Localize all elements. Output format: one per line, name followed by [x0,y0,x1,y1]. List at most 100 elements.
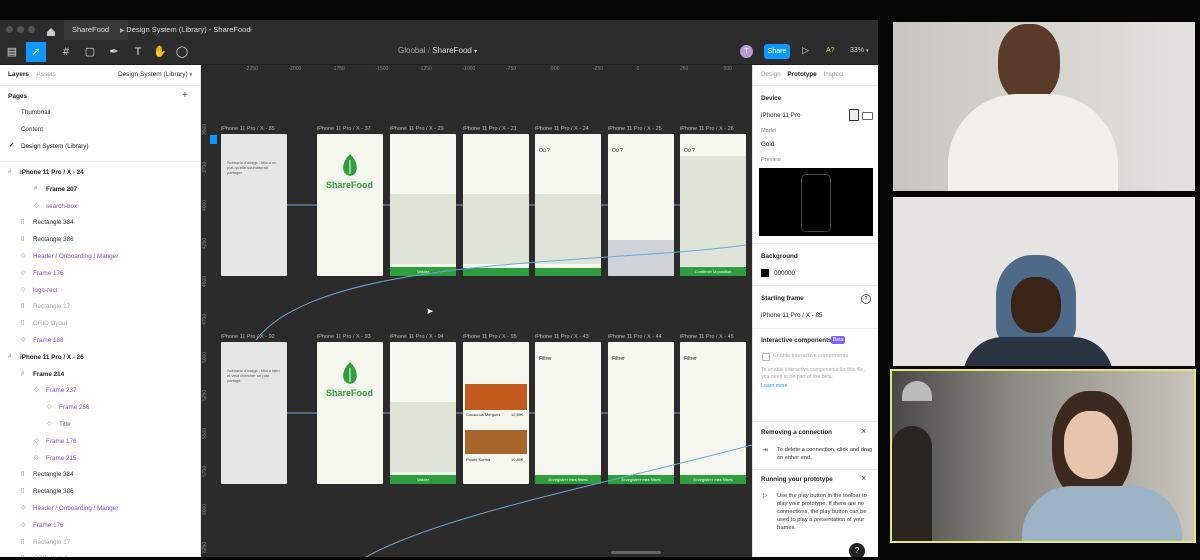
library-dropdown[interactable]: Design System (Library) ▾ [118,71,192,78]
share-button[interactable]: Share [764,44,790,59]
present-play-icon[interactable]: ▷ [802,45,809,56]
layer-row[interactable]: ▯ Rectangle 384 [0,214,200,231]
layer-row[interactable]: ◇ Header / Onboarding / Manger [0,248,200,265]
horizontal-scrollbar[interactable] [611,551,661,554]
landscape-icon[interactable] [862,112,873,120]
frame-map-1[interactable]: Valider [390,134,456,276]
frame-label[interactable]: iPhone 11 Pro / X - 29 [390,126,444,132]
video-tile-participant-2[interactable] [893,197,1195,366]
layer-row[interactable]: ◇ Frame 176 [0,433,200,450]
validate-button[interactable]: Valider [390,475,456,484]
layer-row[interactable]: ◇ Frame 176 [0,265,200,282]
text-tool-icon[interactable]: T [128,42,148,62]
layer-row[interactable]: ◇ search-box [0,198,200,215]
layer-row[interactable]: ◇ logo-rect [0,282,200,299]
frame-dish-list[interactable]: Couscous Merguez 12,50€ Poulet Korma 10,… [463,342,529,484]
starting-frame-select[interactable]: iPhone 11 Pro / X - 85 [761,312,823,319]
layer-row[interactable]: ◇ Title [0,416,200,433]
layer-row[interactable]: # Frame 207 [0,181,200,198]
new-tab-button[interactable]: + [240,20,261,40]
close-icon[interactable]: × [861,473,866,483]
frame-scenario-2[interactable]: Scénario d'usage : Mia a faim et veut ch… [221,342,287,484]
layer-row[interactable]: # Frame 214 [0,366,200,383]
green-button[interactable] [535,268,601,276]
confirm-position-button[interactable]: Confirmer la position [680,267,746,276]
help-button[interactable]: ? [849,543,865,557]
home-icon[interactable] [46,24,56,36]
tab-layers[interactable]: Layers [8,71,29,78]
frame-label[interactable]: iPhone 11 Pro / X - 37 [317,126,371,132]
layer-row[interactable]: ◇ Frame 188 [0,332,200,349]
frame-label[interactable]: iPhone 11 Pro / X - 26 [680,126,734,132]
frame-label[interactable]: iPhone 11 Pro / X - 94 [390,334,444,340]
frame-label[interactable]: iPhone 11 Pro / X - 93 [317,334,371,340]
tab-design[interactable]: Design [761,71,781,78]
frame-label[interactable]: iPhone 11 Pro / X - 44 [608,334,662,340]
hand-tool-icon[interactable]: ✋ [150,42,170,62]
device-select[interactable]: iPhone 11 Pro [761,112,800,119]
frame-map-2[interactable] [463,134,529,276]
validate-button[interactable]: Valider [390,267,456,276]
close-icon[interactable]: × [861,426,866,436]
pen-tool-icon[interactable]: ✒ [104,42,124,62]
model-select[interactable]: Gold [761,141,774,148]
enable-checkbox[interactable] [762,353,770,361]
canvas[interactable]: -2250 -2000 -1750 -1500 -1250 -1000 -750 -500 -2… [201,65,752,557]
comment-tool-icon[interactable]: ◯ [172,42,192,62]
frame-where-1[interactable]: Où ? [535,134,601,276]
main-menu-icon[interactable]: ▤ [2,42,22,62]
shape-tool-icon[interactable]: ▢ [80,42,100,62]
window-controls[interactable] [6,26,35,33]
frame-filters-1[interactable]: Filtrer Enregistrer mes filtres [535,342,601,484]
frame-label[interactable]: iPhone 11 Pro / X - 92 [221,334,275,340]
video-tile-active-speaker[interactable] [890,369,1196,543]
portrait-icon[interactable] [849,109,859,121]
layer-row[interactable]: ▯ Rectangle 386 [0,231,200,248]
chevron-down-icon[interactable]: ▾ [474,49,477,55]
layer-row[interactable]: ◇ Frame 237 [0,382,200,399]
background-swatch[interactable] [761,269,769,277]
learn-more-link[interactable]: Learn more [761,383,788,389]
zoom-dropdown[interactable]: 33% ▾ [850,47,868,54]
frame-splash-2[interactable]: ShareFood [317,342,383,484]
save-filters-button[interactable]: Enregistrer mes filtres [680,475,746,484]
frame-label[interactable]: iPhone 11 Pro / X - 25 [608,126,662,132]
frame-tool-icon[interactable]: # [56,42,76,62]
video-tile-participant-1[interactable] [893,22,1195,191]
layer-row[interactable]: ▯ Rectangle 17 [0,298,200,315]
frame-label[interactable]: iPhone 11 Pro / X - 45 [680,334,734,340]
layer-row[interactable]: # iPhone 11 Pro / X - 26 [0,349,200,366]
layer-row[interactable]: ◇ Frame 215 [0,450,200,467]
layer-row[interactable]: ▯ GRID layout [0,550,200,557]
layer-row[interactable]: ◇ Header / Onboarding / Manger [0,500,200,517]
frame-splash[interactable]: ShareFood [317,134,383,276]
breadcrumb-current[interactable]: ShareFood [432,46,472,55]
frame-where-map[interactable]: Où ? Confirmer la position [680,134,746,276]
frame-label[interactable]: iPhone 11 Pro / X - 21 [463,126,517,132]
missing-fonts-badge[interactable]: A? [826,47,835,54]
page-item[interactable]: Content [21,126,43,133]
frame-label[interactable]: iPhone 11 Pro / X - 95 [463,334,517,340]
tab-inspect[interactable]: Inspect [824,71,844,78]
avatar[interactable]: T [740,45,753,58]
info-icon[interactable]: ? [861,294,871,304]
frame-label[interactable]: iPhone 11 Pro / X - 24 [535,126,589,132]
frame-where-keyboard[interactable]: Où ? [608,134,674,276]
page-item-active[interactable]: Design System (Library) [21,143,89,150]
layer-row[interactable]: ▯ GRID layout [0,315,200,332]
frame-map-3[interactable]: Valider [390,342,456,484]
frame-filters-3[interactable]: Filtrer Enregistrer mes filtres [680,342,746,484]
save-filters-button[interactable]: Enregistrer mes filtres [608,475,674,484]
save-filters-button[interactable]: Enregistrer mes filtres [535,475,601,484]
layer-row[interactable]: ▯ Rectangle 384 [0,466,200,483]
breadcrumb-parent[interactable]: Gloobal [398,46,426,55]
move-tool-icon[interactable]: ➚ [26,42,46,62]
frame-scenario-1[interactable]: Scénario d'usage : Mia a un plat qu'elle… [221,134,287,276]
background-value[interactable]: 000000 [774,270,795,277]
frame-label[interactable]: iPhone 11 Pro / X - 43 [535,334,589,340]
tab-assets[interactable]: Assets [36,71,56,78]
layer-row[interactable]: # iPhone 11 Pro / X - 24 [0,164,200,181]
green-button[interactable] [463,268,529,276]
tab-design-system[interactable]: ▶ Design System (Library) - ShareFood [112,20,259,40]
frame-label[interactable]: iPhone 11 Pro / X - 85 [221,126,275,132]
